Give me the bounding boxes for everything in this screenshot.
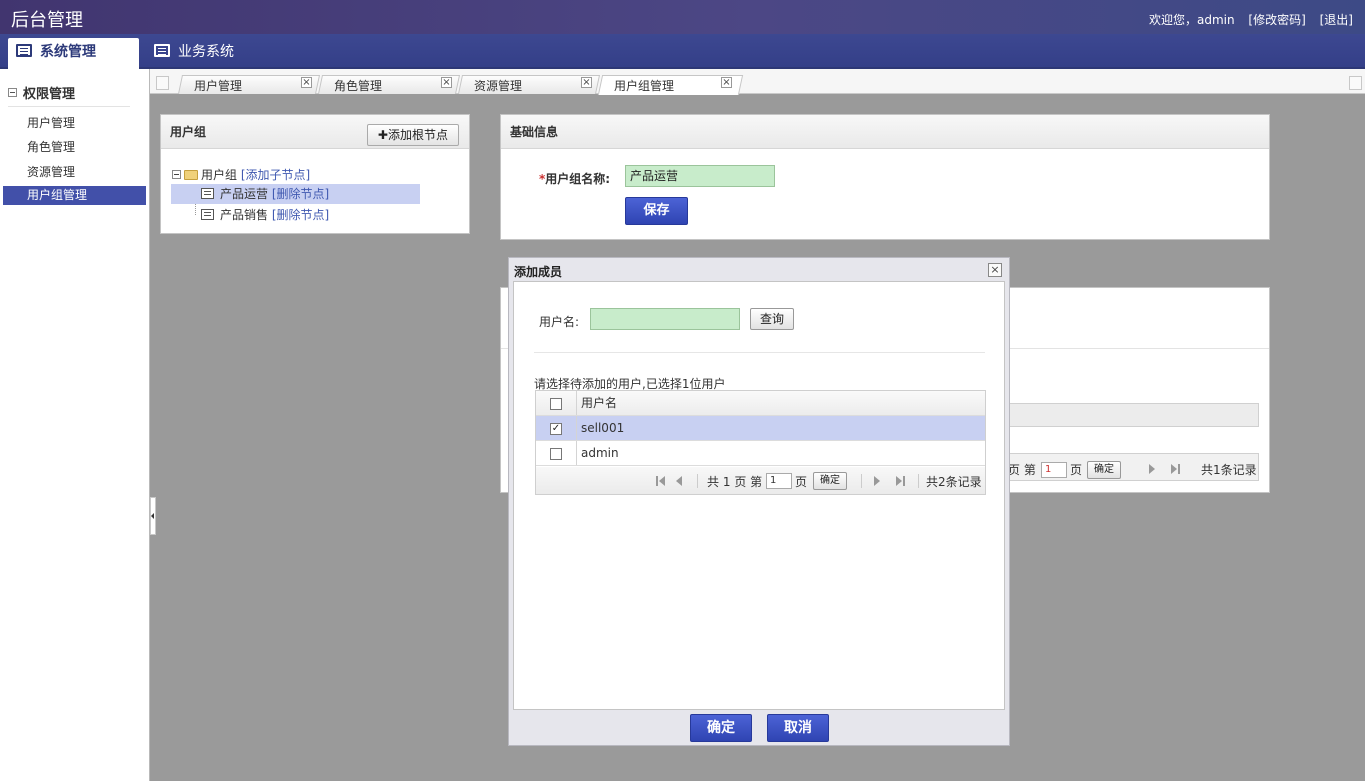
add-child-node-link[interactable]: [添加子节点] bbox=[241, 168, 310, 182]
username-label: 用户名: bbox=[539, 315, 580, 329]
total-records: 共1条记录 bbox=[1201, 463, 1257, 477]
list-icon bbox=[16, 44, 32, 57]
group-name-label: *用户组名称: bbox=[539, 172, 611, 186]
usergroup-tree-panel: 用户组 ✚添加根节点 用户组 [添加子节点] 产品运营 [删除节点] 产品销售 … bbox=[160, 114, 470, 234]
tab-label: 角色管理 bbox=[334, 79, 383, 93]
table-row[interactable]: admin bbox=[536, 441, 985, 466]
nav-tab-system[interactable]: 系统管理 bbox=[8, 38, 139, 69]
logout-link[interactable]: [退出] bbox=[1320, 13, 1353, 27]
tab-scroll-left-button[interactable] bbox=[156, 76, 169, 90]
panel-title: 基础信息 bbox=[501, 115, 1269, 149]
tab-label: 用户组管理 bbox=[614, 79, 675, 93]
column-separator bbox=[576, 416, 577, 440]
column-separator bbox=[576, 441, 577, 465]
tab-scroll-right-button[interactable] bbox=[1349, 76, 1362, 90]
first-page-bar bbox=[656, 476, 658, 486]
total-records: 共2条记录 bbox=[926, 475, 982, 489]
user-info: 欢迎您，admin [修改密码] [退出] bbox=[1149, 11, 1353, 28]
basic-info-panel: 基础信息 *用户组名称: 产品运营 保存 bbox=[500, 114, 1270, 240]
close-icon[interactable]: × bbox=[988, 263, 1002, 277]
username-search-input[interactable] bbox=[590, 308, 740, 330]
sidebar-section-title[interactable]: 权限管理 bbox=[8, 83, 130, 107]
save-button[interactable]: 保存 bbox=[625, 197, 688, 225]
pager-go-button[interactable]: 确定 bbox=[1087, 461, 1121, 479]
folder-icon bbox=[184, 170, 198, 180]
user-grid: 用户名 ✓ sell001 admin 共 1 页 第 1 页 确定 共2条记录 bbox=[535, 390, 986, 495]
pager-page-text: 页 第 bbox=[1008, 463, 1036, 477]
first-page-icon[interactable] bbox=[659, 476, 665, 486]
sidebar-item-user[interactable]: 用户管理 bbox=[3, 114, 146, 133]
next-page-icon[interactable] bbox=[1149, 464, 1155, 474]
tree-node[interactable]: 产品销售 [删除节点] bbox=[171, 205, 329, 225]
sidebar-item-role[interactable]: 角色管理 bbox=[3, 138, 146, 157]
tree-root-node[interactable]: 用户组 [添加子节点] bbox=[172, 165, 310, 185]
sidebar-item-usergroup[interactable]: 用户组管理 bbox=[3, 186, 146, 205]
confirm-button[interactable]: 确定 bbox=[690, 714, 752, 742]
next-page-icon[interactable] bbox=[874, 476, 880, 486]
pager-page-suffix: 页 bbox=[795, 475, 808, 489]
node-icon bbox=[201, 209, 214, 220]
welcome-text: 欢迎您，admin bbox=[1148, 13, 1235, 27]
list-icon bbox=[154, 44, 170, 57]
close-icon[interactable]: × bbox=[301, 77, 312, 88]
cancel-button[interactable]: 取消 bbox=[767, 714, 829, 742]
table-row[interactable]: ✓ sell001 bbox=[536, 416, 985, 441]
row-checkbox-checked[interactable]: ✓ bbox=[550, 423, 562, 435]
close-icon[interactable]: × bbox=[581, 77, 592, 88]
sidebar-item-resource[interactable]: 资源管理 bbox=[3, 163, 146, 182]
prev-page-icon[interactable] bbox=[676, 476, 682, 486]
grid-header bbox=[1006, 403, 1259, 427]
group-name-input[interactable]: 产品运营 bbox=[625, 165, 775, 187]
delete-node-link[interactable]: [删除节点] bbox=[272, 187, 329, 201]
last-page-bar bbox=[903, 476, 905, 486]
delete-node-link[interactable]: [删除节点] bbox=[272, 208, 329, 222]
main-nav: 系统管理 业务系统 bbox=[0, 34, 1365, 69]
page-number-input[interactable]: 1 bbox=[1041, 462, 1067, 478]
grid-pager: 共 1 页 第 1 页 确定 共2条记录 bbox=[536, 467, 985, 494]
change-password-link[interactable]: [修改密码] bbox=[1248, 13, 1305, 27]
top-header: 后台管理 欢迎您，admin [修改密码] [退出] bbox=[0, 0, 1365, 34]
column-header-username: 用户名 bbox=[581, 396, 618, 410]
row-username: admin bbox=[581, 446, 619, 460]
tab-label: 资源管理 bbox=[474, 79, 523, 93]
search-button[interactable]: 查询 bbox=[750, 308, 795, 330]
dialog-title: 添加成员 bbox=[514, 265, 563, 279]
nav-tab-business[interactable]: 业务系统 bbox=[146, 38, 244, 69]
dialog-body: 用户名: 查询 请选择待添加的用户,已选择1位用户 用户名 ✓ sell001 … bbox=[513, 281, 1005, 710]
collapse-icon[interactable] bbox=[172, 170, 181, 179]
pager-page-suffix: 页 bbox=[1070, 463, 1083, 477]
plus-icon: ✚ bbox=[377, 128, 388, 142]
add-root-node-button[interactable]: ✚添加根节点 bbox=[366, 124, 459, 146]
tab-label: 用户管理 bbox=[194, 79, 243, 93]
last-page-icon[interactable] bbox=[1171, 464, 1177, 474]
pager-total-pages: 共 1 页 第 bbox=[707, 475, 763, 489]
pager-go-button[interactable]: 确定 bbox=[813, 472, 847, 490]
pager-separator bbox=[697, 474, 698, 488]
divider bbox=[534, 352, 985, 353]
close-icon[interactable]: × bbox=[721, 77, 732, 88]
sidebar: 权限管理 用户管理 角色管理 资源管理 用户组管理 bbox=[0, 69, 150, 781]
app-title: 后台管理 bbox=[11, 10, 83, 31]
collapse-icon bbox=[8, 88, 17, 97]
pager-separator bbox=[918, 474, 919, 488]
pager-separator bbox=[861, 474, 862, 488]
select-all-checkbox[interactable] bbox=[550, 398, 562, 410]
row-checkbox[interactable] bbox=[550, 448, 562, 460]
node-icon bbox=[201, 188, 214, 199]
row-username: sell001 bbox=[581, 421, 625, 435]
grid-header-row: 用户名 bbox=[536, 391, 985, 416]
last-page-icon[interactable] bbox=[896, 476, 902, 486]
tree-node-selected[interactable]: 产品运营 [删除节点] bbox=[171, 184, 420, 204]
last-page-bar bbox=[1178, 464, 1180, 474]
sidebar-collapse-handle[interactable] bbox=[150, 497, 156, 535]
page-number-input[interactable]: 1 bbox=[766, 473, 792, 489]
add-member-dialog: 添加成员 × 用户名: 查询 请选择待添加的用户,已选择1位用户 用户名 ✓ s… bbox=[508, 257, 1010, 746]
close-icon[interactable]: × bbox=[441, 77, 452, 88]
column-separator bbox=[576, 391, 577, 415]
